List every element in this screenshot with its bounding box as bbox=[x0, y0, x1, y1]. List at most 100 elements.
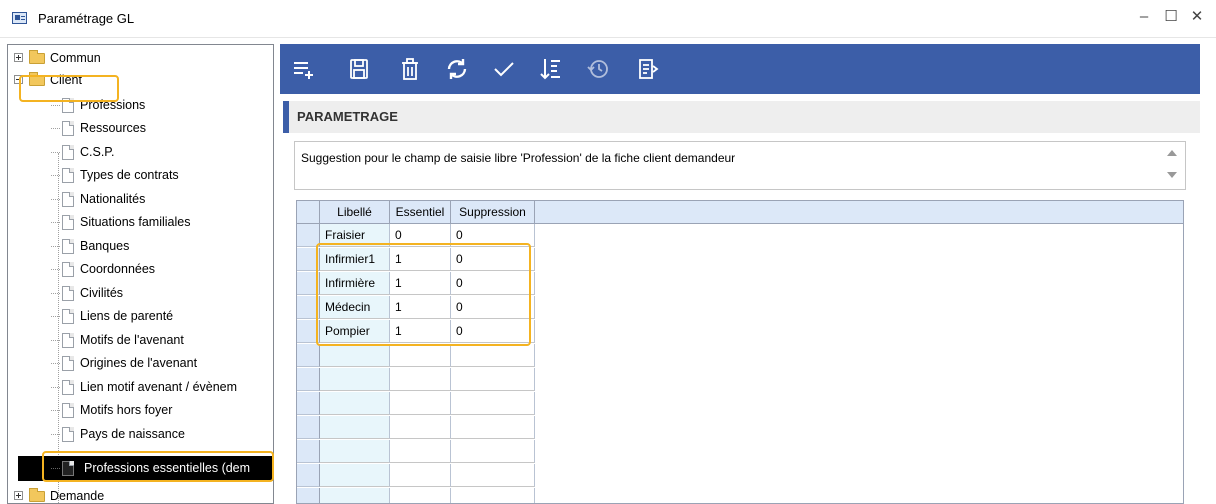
cell-suppression[interactable] bbox=[451, 368, 535, 391]
description-box[interactable]: Suggestion pour le champ de saisie libre… bbox=[294, 141, 1186, 190]
cell-essentiel[interactable]: 1 bbox=[390, 296, 451, 319]
tree-item-client[interactable]: Client bbox=[12, 69, 272, 91]
cell-suppression[interactable]: 0 bbox=[451, 320, 535, 343]
cell-essentiel[interactable] bbox=[390, 368, 451, 391]
cell-libelle[interactable] bbox=[320, 392, 390, 415]
tree-item-origines-avenant[interactable]: Origines de l'avenant bbox=[8, 352, 273, 374]
cell-suppression[interactable]: 0 bbox=[451, 248, 535, 271]
cell-suppression[interactable] bbox=[451, 488, 535, 503]
cell-libelle[interactable]: Pompier bbox=[320, 320, 390, 343]
tree-item-pays-naissance[interactable]: Pays de naissance bbox=[8, 423, 273, 445]
cell-suppression[interactable] bbox=[451, 416, 535, 439]
column-header-libelle[interactable]: Libellé bbox=[320, 201, 390, 224]
cell-essentiel[interactable]: 0 bbox=[390, 224, 451, 247]
row-header[interactable] bbox=[297, 464, 320, 487]
tree-item-liens-parente[interactable]: Liens de parenté bbox=[8, 305, 273, 327]
row-header[interactable] bbox=[297, 224, 320, 247]
row-header[interactable] bbox=[297, 416, 320, 439]
refresh-icon[interactable] bbox=[445, 57, 469, 81]
expand-plus-icon[interactable] bbox=[14, 491, 23, 500]
cell-libelle[interactable]: Infirmière bbox=[320, 272, 390, 295]
tree-item-label: Liens de parenté bbox=[80, 309, 174, 323]
maximize-button[interactable]: ☐ bbox=[1160, 6, 1182, 28]
tree-item-coordonnees[interactable]: Coordonnées bbox=[8, 258, 273, 280]
cell-essentiel[interactable] bbox=[390, 464, 451, 487]
add-list-icon[interactable] bbox=[291, 57, 315, 81]
cell-libelle[interactable]: Infirmier1 bbox=[320, 248, 390, 271]
check-icon[interactable] bbox=[492, 57, 516, 81]
data-grid[interactable]: Libellé Essentiel Suppression Fraisier 0 0… bbox=[296, 200, 1184, 504]
cell-suppression[interactable]: 0 bbox=[451, 272, 535, 295]
cell-suppression[interactable] bbox=[451, 440, 535, 463]
cell-suppression[interactable]: 0 bbox=[451, 224, 535, 247]
tree-item-motifs-avenant[interactable]: Motifs de l'avenant bbox=[8, 329, 273, 351]
cell-libelle[interactable]: Fraisier bbox=[320, 224, 390, 247]
sort-icon[interactable] bbox=[539, 57, 563, 81]
row-header[interactable] bbox=[297, 392, 320, 415]
row-header[interactable] bbox=[297, 488, 320, 503]
tree-item-ressources[interactable]: Ressources bbox=[8, 117, 273, 139]
tree-item-professions-essentielles[interactable]: Professions essentielles (dem bbox=[18, 456, 273, 481]
tree-item-banques[interactable]: Banques bbox=[8, 235, 273, 257]
cell-libelle[interactable] bbox=[320, 464, 390, 487]
cell-libelle[interactable] bbox=[320, 368, 390, 391]
cell-essentiel[interactable] bbox=[390, 392, 451, 415]
column-header-essentiel[interactable]: Essentiel bbox=[390, 201, 451, 224]
cell-essentiel[interactable] bbox=[390, 344, 451, 367]
tree-item-label: Banques bbox=[80, 239, 130, 253]
tree-item-label: Ressources bbox=[80, 121, 146, 135]
row-header[interactable] bbox=[297, 368, 320, 391]
tree-item-csp[interactable]: C.S.P. bbox=[8, 141, 273, 163]
tree-item-civilites[interactable]: Civilités bbox=[8, 282, 273, 304]
scroll-down-icon[interactable] bbox=[1167, 172, 1177, 178]
tree-item-commun[interactable]: Commun bbox=[12, 47, 272, 69]
tree-item-demande[interactable]: Demande bbox=[12, 485, 272, 503]
cell-libelle[interactable] bbox=[320, 440, 390, 463]
cell-essentiel[interactable]: 1 bbox=[390, 272, 451, 295]
trash-icon[interactable] bbox=[398, 57, 422, 81]
export-icon[interactable] bbox=[636, 57, 660, 81]
folder-icon bbox=[29, 488, 45, 502]
minimize-button[interactable]: – bbox=[1133, 6, 1155, 28]
tree-item-types-contrats[interactable]: Types de contrats bbox=[8, 164, 273, 186]
tree-item-situations-familiales[interactable]: Situations familiales bbox=[8, 211, 273, 233]
tree-item-lien-motif-avenant[interactable]: Lien motif avenant / évènem bbox=[8, 376, 273, 398]
cell-essentiel[interactable]: 1 bbox=[390, 320, 451, 343]
tree-item-label: Demande bbox=[50, 489, 105, 503]
cell-libelle[interactable] bbox=[320, 488, 390, 503]
scroll-up-icon[interactable] bbox=[1167, 150, 1177, 156]
document-icon bbox=[62, 98, 74, 113]
cell-essentiel[interactable] bbox=[390, 488, 451, 503]
collapse-minus-icon[interactable] bbox=[14, 75, 23, 84]
grid-corner[interactable] bbox=[297, 201, 320, 224]
row-header[interactable] bbox=[297, 320, 320, 343]
document-icon bbox=[62, 239, 74, 254]
tree-panel[interactable]: Commun Client Professions Ressources C.S… bbox=[7, 44, 274, 504]
tree-item-nationalites[interactable]: Nationalités bbox=[8, 188, 273, 210]
row-header[interactable] bbox=[297, 344, 320, 367]
cell-suppression[interactable] bbox=[451, 464, 535, 487]
cell-essentiel[interactable] bbox=[390, 440, 451, 463]
row-header[interactable] bbox=[297, 248, 320, 271]
row-header[interactable] bbox=[297, 440, 320, 463]
cell-essentiel[interactable] bbox=[390, 416, 451, 439]
history-icon[interactable] bbox=[586, 57, 610, 81]
cell-libelle[interactable] bbox=[320, 416, 390, 439]
cell-suppression[interactable] bbox=[451, 392, 535, 415]
row-header[interactable] bbox=[297, 272, 320, 295]
document-icon bbox=[62, 286, 74, 301]
close-button[interactable]: ✕ bbox=[1186, 6, 1208, 28]
row-header[interactable] bbox=[297, 296, 320, 319]
column-header-suppression[interactable]: Suppression bbox=[451, 201, 535, 224]
cell-suppression[interactable]: 0 bbox=[451, 296, 535, 319]
cell-essentiel[interactable]: 1 bbox=[390, 248, 451, 271]
tree-item-professions[interactable]: Professions bbox=[8, 94, 273, 116]
expand-plus-icon[interactable] bbox=[14, 53, 23, 62]
cell-libelle[interactable]: Médecin bbox=[320, 296, 390, 319]
tree-item-motifs-hors-foyer[interactable]: Motifs hors foyer bbox=[8, 399, 273, 421]
cell-libelle[interactable] bbox=[320, 344, 390, 367]
tree-item-label: Commun bbox=[50, 51, 101, 65]
save-icon[interactable] bbox=[347, 57, 371, 81]
tree-item-label: Professions essentielles (dem bbox=[84, 461, 251, 475]
cell-suppression[interactable] bbox=[451, 344, 535, 367]
